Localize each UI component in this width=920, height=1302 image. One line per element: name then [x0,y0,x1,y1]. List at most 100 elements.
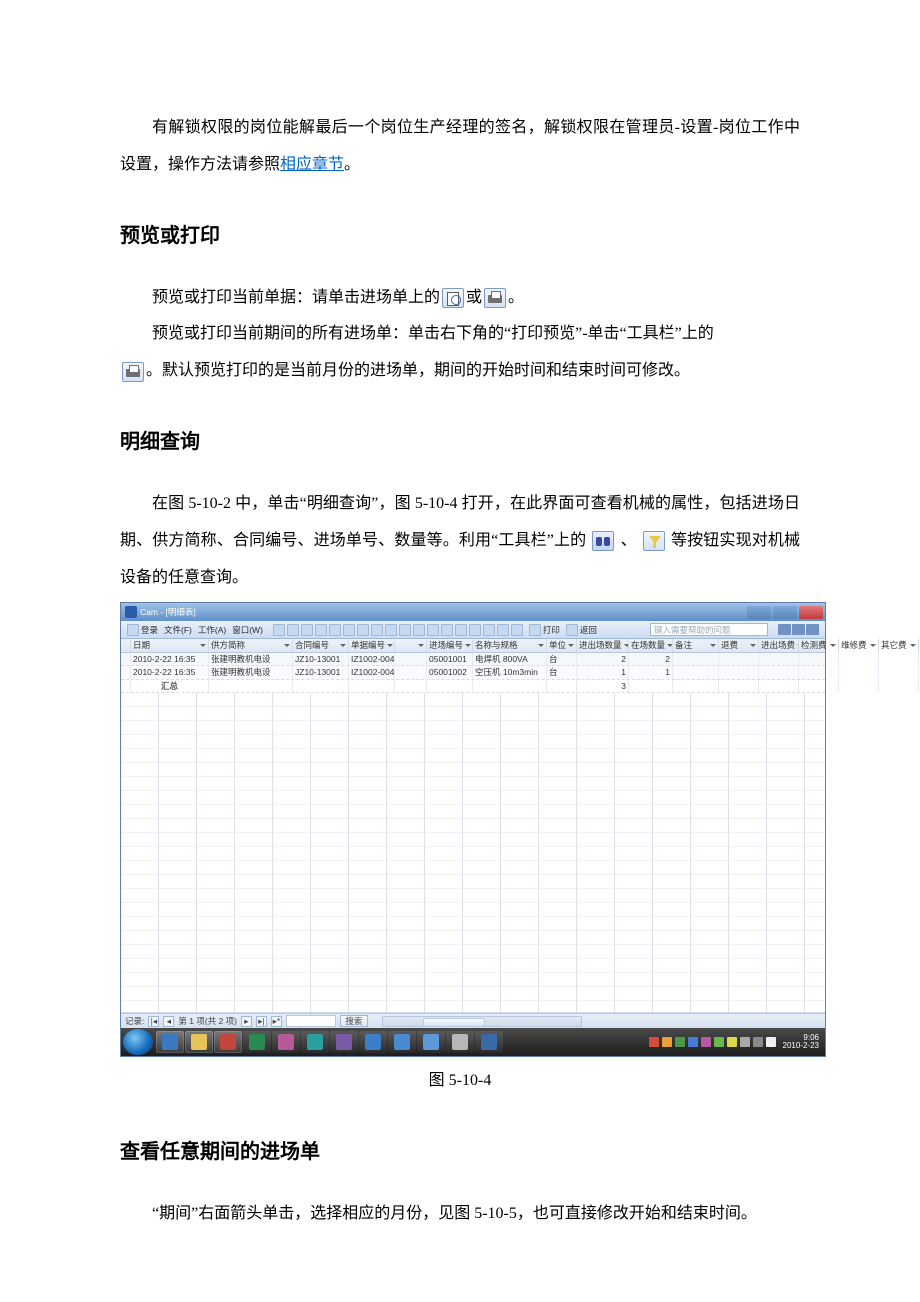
toolbar-icon[interactable] [301,624,313,636]
print-icon [484,288,506,308]
grid-sum-row: 汇总 3 [121,680,825,694]
col-unit[interactable]: 单位 [547,639,577,652]
menu-window[interactable]: 窗口(W) [232,626,263,635]
filter-box[interactable] [286,1015,336,1027]
sum-label: 汇总 [131,680,209,693]
menu-print[interactable]: 打印 [529,624,560,636]
mdi-close-button[interactable] [806,624,819,635]
nav-first-button[interactable]: |◂ [148,1016,159,1027]
toolbar-icon[interactable] [273,624,285,636]
preview-p3-text: 。默认预览打印的是当前月份的进场单，期间的开始时间和结束时间可修改。 [146,362,690,379]
toolbar-icon[interactable] [399,624,411,636]
heading-detail-query: 明细查询 [120,426,800,458]
tray-icon[interactable] [714,1037,724,1047]
col-date[interactable]: 日期 [131,639,209,652]
taskbar-app[interactable] [359,1031,387,1053]
col-remark[interactable]: 备注 [673,639,719,652]
toolbar-icons [273,624,523,636]
tray-icon[interactable] [649,1037,659,1047]
menu-file[interactable]: 文件(F) [164,626,192,635]
table-row[interactable]: 2010-2-22 16:35张建明教机电设JZ10-13001IZ1002-0… [121,653,825,667]
col-onsite[interactable]: 在场数量 [629,639,673,652]
window-title: Cam - [明细表] [140,608,196,617]
toolbar-icon[interactable] [497,624,509,636]
taskbar-app[interactable] [475,1031,503,1053]
toolbar-icon[interactable] [329,624,341,636]
taskbar-app[interactable] [185,1031,213,1053]
start-orb[interactable] [123,1029,153,1055]
toolbar-icon[interactable] [441,624,453,636]
col-blank2[interactable] [395,639,427,652]
toolbar-icon[interactable] [511,624,523,636]
col-repairfee[interactable]: 维修费 [839,639,879,652]
tray-icon[interactable] [662,1037,672,1047]
mdi-buttons [778,623,819,636]
toolbar-icon[interactable] [315,624,327,636]
menu-work[interactable]: 工作(A) [198,626,226,635]
funnel-icon [643,531,665,551]
col-otherfee[interactable]: 其它费 [879,639,919,652]
help-search-input[interactable]: 键入需要帮助的问题 [650,623,768,636]
preview-p2: 预览或打印当前期间的所有进场单：单击右下角的“打印预览”-单击“工具栏”上的 [120,316,800,353]
toolbar-icon[interactable] [385,624,397,636]
intro-text-b: 。 [344,156,360,173]
taskbar-clock[interactable]: 9:06 2010-2-23 [783,1034,819,1052]
mdi-min-button[interactable] [778,624,791,635]
toolbar-icon[interactable] [469,624,481,636]
app-icon [125,606,137,618]
nav-last-button[interactable]: ▸| [256,1016,267,1027]
toolbar-icon[interactable] [455,624,467,636]
maximize-button[interactable] [773,606,797,619]
taskbar-app[interactable] [243,1031,271,1053]
toolbar-icon[interactable] [483,624,495,636]
tray-icon[interactable] [740,1037,750,1047]
taskbar-app[interactable] [156,1031,184,1053]
col-refund[interactable]: 退费 [719,639,759,652]
minimize-button[interactable] [747,606,771,619]
mdi-restore-button[interactable] [792,624,805,635]
nav-prev-button[interactable]: ◂ [163,1016,174,1027]
col-contract[interactable]: 合同编号 [293,639,349,652]
horizontal-scrollbar[interactable] [382,1016,582,1027]
taskbar-app[interactable] [446,1031,474,1053]
taskbar-app[interactable] [214,1031,242,1053]
tray-icon[interactable] [727,1037,737,1047]
preview-icon [442,288,464,308]
menu-back[interactable]: 返回 [566,624,597,636]
intro-link[interactable]: 相应章节 [280,156,344,173]
search-button[interactable]: 搜索 [340,1015,368,1027]
window-titlebar: Cam - [明细表] [121,603,825,621]
toolbar-icon[interactable] [413,624,425,636]
nav-next-button[interactable]: ▸ [241,1016,252,1027]
taskbar-app[interactable] [330,1031,358,1053]
col-supplier[interactable]: 供方简称 [209,639,293,652]
col-testfee[interactable]: 检测费 [799,639,839,652]
tray-icon[interactable] [701,1037,711,1047]
grid-body: 2010-2-22 16:35张建明教机电设JZ10-13001IZ1002-0… [121,653,825,680]
taskbar-app[interactable] [272,1031,300,1053]
col-docno[interactable]: 单据编号 [349,639,395,652]
close-button[interactable] [799,606,823,619]
col-ioqty[interactable]: 进出场数量 [577,639,629,652]
menu-login[interactable]: 登录 [127,624,158,636]
taskbar-app[interactable] [301,1031,329,1053]
tray-icon[interactable] [753,1037,763,1047]
taskbar-app[interactable] [388,1031,416,1053]
tray-icon[interactable] [766,1037,776,1047]
col-entryno[interactable]: 进场编号 [427,639,473,652]
toolbar-icon[interactable] [357,624,369,636]
table-row[interactable]: 2010-2-22 16:35张建明教机电设JZ10-13001IZ1002-0… [121,666,825,680]
taskbar-app[interactable] [417,1031,445,1053]
toolbar-icon[interactable] [427,624,439,636]
detail-p1-mid: 、 [621,532,637,549]
toolbar-icon[interactable] [287,624,299,636]
nav-new-button[interactable]: ▸* [271,1016,282,1027]
toolbar-icon[interactable] [343,624,355,636]
tray-icon[interactable] [688,1037,698,1047]
col-namespec[interactable]: 名称与规格 [473,639,547,652]
col-iofee[interactable]: 进出场费 [759,639,799,652]
menubar: 登录 文件(F) 工作(A) 窗口(W) 打印 返回 键入需要帮助的问题 [121,621,825,639]
period-p1: “期间”右面箭头单击，选择相应的月份，见图 5-10-5，也可直接修改开始和结束… [120,1196,800,1233]
tray-icon[interactable] [675,1037,685,1047]
toolbar-icon[interactable] [371,624,383,636]
